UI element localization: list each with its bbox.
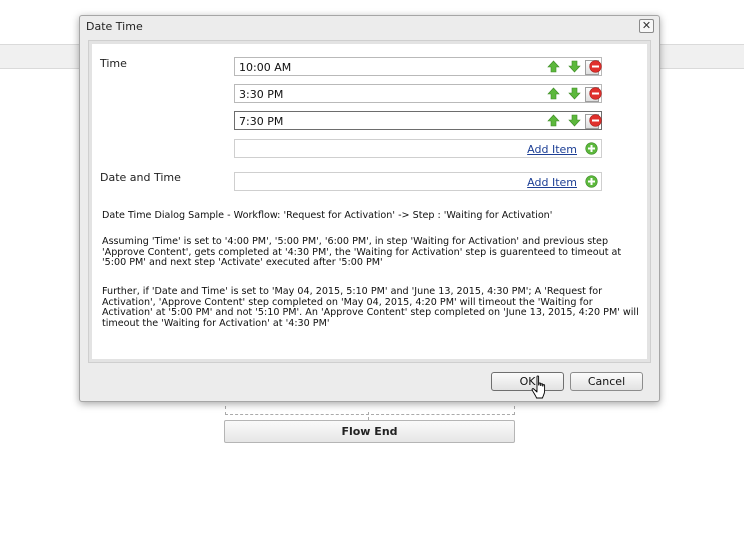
close-icon[interactable]: ✕ [639, 19, 654, 33]
date-time-dialog: Date Time ✕ Time 10:00 AM ▼ 3:30 PM ▼ 7:… [79, 15, 660, 402]
date-time-add-row: Add Item [234, 172, 602, 191]
flow-end-label: Flow End [341, 425, 398, 438]
remove-icon[interactable] [589, 114, 602, 127]
date-time-add-item-link[interactable]: Add Item [527, 176, 577, 189]
add-icon[interactable] [585, 142, 598, 155]
flow-end-node[interactable]: Flow End [224, 420, 515, 443]
add-icon[interactable] [585, 175, 598, 188]
arrow-down-icon[interactable] [568, 87, 581, 100]
time-add-item-link[interactable]: Add Item [527, 143, 577, 156]
hand-cursor-icon [531, 375, 546, 399]
dialog-content: Time 10:00 AM ▼ 3:30 PM ▼ 7:30 PM ▼ [92, 44, 647, 359]
arrow-up-icon[interactable] [547, 87, 560, 100]
time-label: Time [100, 57, 127, 70]
remove-icon[interactable] [589, 87, 602, 100]
dialog-title: Date Time [86, 20, 143, 33]
date-time-label: Date and Time [100, 171, 181, 184]
remove-icon[interactable] [589, 60, 602, 73]
arrow-down-icon[interactable] [568, 114, 581, 127]
arrow-up-icon[interactable] [547, 114, 560, 127]
arrow-down-icon[interactable] [568, 60, 581, 73]
flow-connector-tick [368, 412, 369, 420]
cancel-button[interactable]: Cancel [570, 372, 643, 391]
dialog-body: Time 10:00 AM ▼ 3:30 PM ▼ 7:30 PM ▼ [88, 40, 651, 363]
description-paragraph-1: Assuming 'Time' is set to '4:00 PM', '5:… [102, 236, 622, 268]
time-add-row: Add Item [234, 139, 602, 158]
ok-button[interactable]: OK [491, 372, 564, 391]
flow-connector [225, 406, 515, 415]
description-paragraph-2: Further, if 'Date and Time' is set to 'M… [102, 286, 639, 329]
arrow-up-icon[interactable] [547, 60, 560, 73]
description-title: Date Time Dialog Sample - Workflow: 'Req… [102, 210, 553, 221]
